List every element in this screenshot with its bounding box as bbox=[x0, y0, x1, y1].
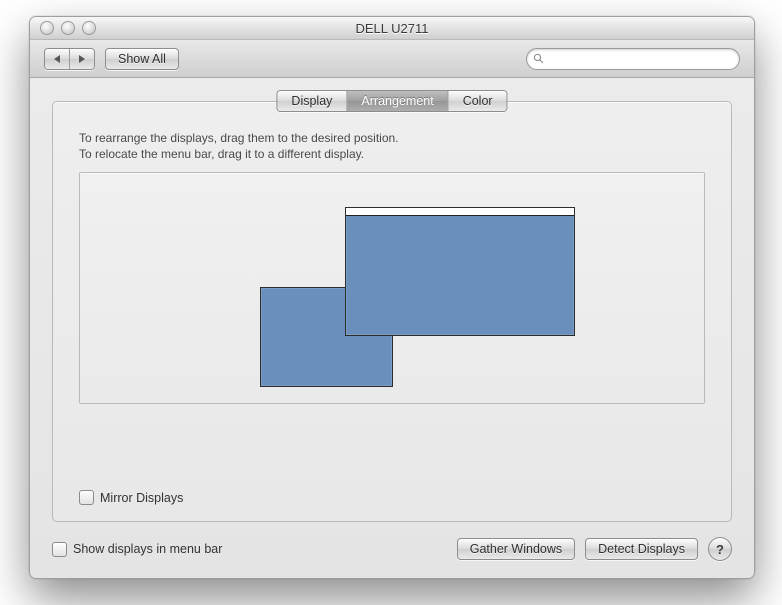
tab-arrangement[interactable]: Arrangement bbox=[346, 91, 447, 111]
zoom-traffic-light[interactable] bbox=[82, 21, 96, 35]
forward-button[interactable] bbox=[69, 49, 94, 69]
tab-color-label: Color bbox=[463, 94, 493, 108]
detect-displays-label: Detect Displays bbox=[598, 542, 685, 556]
tab-color[interactable]: Color bbox=[448, 91, 507, 111]
close-traffic-light[interactable] bbox=[40, 21, 54, 35]
nav-segment bbox=[44, 48, 95, 70]
search-field[interactable] bbox=[526, 48, 740, 70]
chevron-left-icon bbox=[54, 55, 60, 63]
gather-windows-label: Gather Windows bbox=[470, 542, 562, 556]
show-all-label: Show All bbox=[118, 52, 166, 66]
show-all-button[interactable]: Show All bbox=[105, 48, 179, 70]
instructions-line-2: To relocate the menu bar, drag it to a d… bbox=[79, 146, 705, 162]
back-button[interactable] bbox=[45, 49, 69, 69]
mirror-displays-row[interactable]: Mirror Displays bbox=[79, 490, 183, 505]
show-in-menubar-checkbox[interactable] bbox=[52, 542, 67, 557]
display-primary[interactable] bbox=[345, 207, 575, 336]
mirror-displays-label: Mirror Displays bbox=[100, 491, 183, 505]
detect-displays-button[interactable]: Detect Displays bbox=[585, 538, 698, 560]
instructions-line-1: To rearrange the displays, drag them to … bbox=[79, 130, 705, 146]
search-icon bbox=[533, 53, 544, 64]
chevron-right-icon bbox=[79, 55, 85, 63]
help-icon: ? bbox=[716, 542, 724, 557]
traffic-lights bbox=[40, 21, 96, 35]
window-body: Display Arrangement Color To rearrange t… bbox=[30, 77, 754, 578]
minimize-traffic-light[interactable] bbox=[61, 21, 75, 35]
menubar-handle[interactable] bbox=[346, 208, 574, 216]
show-in-menubar-row[interactable]: Show displays in menu bar bbox=[52, 542, 222, 557]
preferences-window: DELL U2711 Show All bbox=[29, 16, 755, 579]
tab-pane: Display Arrangement Color To rearrange t… bbox=[52, 101, 732, 522]
tab-display-label: Display bbox=[291, 94, 332, 108]
search-input[interactable] bbox=[548, 51, 733, 67]
titlebar[interactable]: DELL U2711 bbox=[30, 17, 754, 40]
help-button[interactable]: ? bbox=[708, 537, 732, 561]
arrangement-canvas[interactable] bbox=[79, 172, 705, 404]
arrangement-instructions: To rearrange the displays, drag them to … bbox=[79, 130, 705, 162]
tab-bar: Display Arrangement Color bbox=[276, 90, 507, 112]
footer: Show displays in menu bar Gather Windows… bbox=[52, 536, 732, 562]
tab-display[interactable]: Display bbox=[277, 91, 346, 111]
window-title: DELL U2711 bbox=[356, 21, 429, 36]
toolbar: Show All bbox=[30, 40, 754, 78]
show-in-menubar-label: Show displays in menu bar bbox=[73, 542, 222, 556]
tab-arrangement-label: Arrangement bbox=[361, 94, 433, 108]
gather-windows-button[interactable]: Gather Windows bbox=[457, 538, 575, 560]
mirror-displays-checkbox[interactable] bbox=[79, 490, 94, 505]
